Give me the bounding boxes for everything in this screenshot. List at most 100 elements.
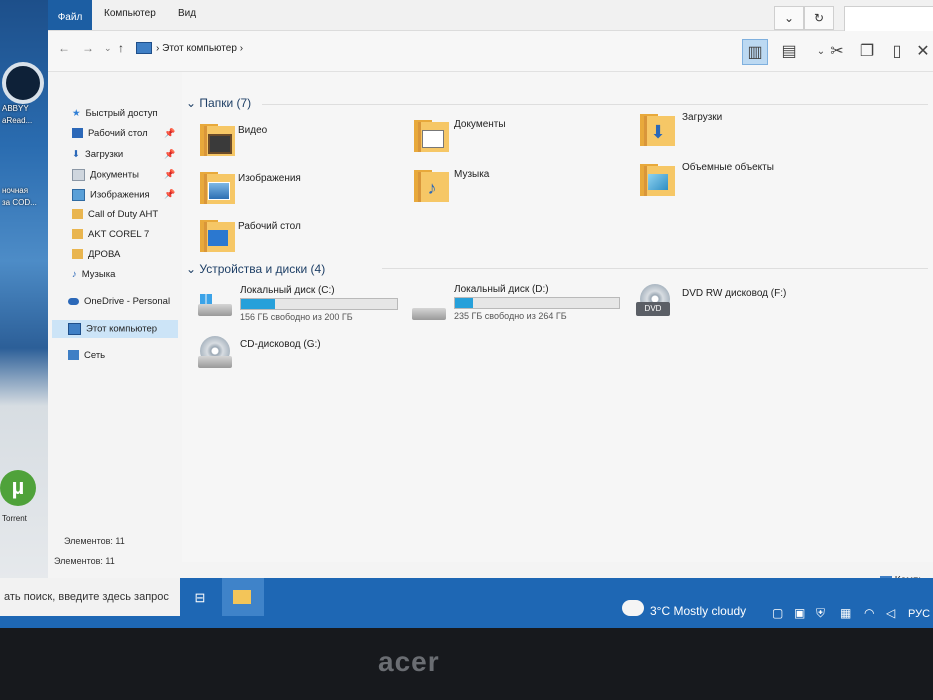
weather-text[interactable]: 3°C Mostly cloudy [650, 604, 746, 618]
weather-icon[interactable] [622, 600, 644, 616]
cut-icon[interactable]: ✂ [824, 39, 850, 65]
folder-icon[interactable] [200, 218, 235, 252]
desktop-icon-label[interactable]: за COD... [2, 198, 48, 208]
laptop-bezel [0, 628, 933, 700]
tab-file[interactable]: Файл [48, 0, 92, 30]
volume-icon[interactable]: ◁ [886, 606, 895, 620]
folder-icon[interactable]: ⬇ [640, 112, 675, 146]
drive-label[interactable]: DVD RW дисковод (F:) [682, 288, 786, 299]
hard-drive-icon[interactable] [412, 298, 446, 326]
sidebar-item-label: Быстрый доступ [85, 108, 158, 119]
dvd-drive-icon[interactable]: DVD [636, 284, 670, 316]
taskbar-file-explorer[interactable] [222, 578, 264, 616]
taskbar-search-input[interactable]: ать поиск, введите здесь запрос [0, 578, 180, 616]
pin-icon[interactable]: 📌 [164, 128, 175, 139]
group-header-devices[interactable]: ⌄ Устройства и диски (4) [186, 262, 325, 276]
folder-label[interactable]: Загрузки [682, 112, 722, 123]
drive-usage-fill [455, 298, 474, 308]
folder-icon[interactable] [200, 122, 235, 156]
sidebar-item-label: Call of Duty AHT [88, 209, 159, 220]
taskbar: ать поиск, введите здесь запрос ⊟ 3°C Mo… [0, 578, 933, 628]
status-item-count: Элементов: 11 [54, 556, 115, 566]
sidebar-item-label: Загрузки [84, 149, 124, 160]
sidebar-item-music[interactable]: ♪ Музыка [72, 269, 115, 280]
drive-label[interactable]: Локальный диск (C:) [240, 285, 335, 296]
properties-icon[interactable]: ▤ [776, 39, 802, 65]
sidebar-item-network[interactable]: Сеть [68, 350, 105, 361]
folder-icon[interactable] [640, 162, 675, 196]
defender-icon[interactable]: ⛨ [816, 606, 825, 621]
sidebar-item-onedrive[interactable]: OneDrive - Personal [68, 296, 170, 307]
drive-label[interactable]: CD-дисковод (G:) [240, 339, 321, 350]
folder-label[interactable]: Изображения [238, 173, 301, 184]
app-logo-icon[interactable] [2, 62, 44, 104]
chevron-down-icon[interactable]: ⌄ [104, 43, 112, 54]
sidebar-item-documents[interactable]: Документы [72, 169, 139, 181]
folder-icon [72, 249, 83, 260]
chevron-down-icon[interactable]: ⌄ [774, 6, 804, 30]
up-arrow-icon[interactable]: ↑ [118, 41, 124, 55]
language-indicator[interactable]: РУС [908, 608, 930, 620]
back-icon[interactable]: ← [58, 41, 70, 55]
delete-icon[interactable]: ✕ [910, 39, 933, 65]
utorrent-icon[interactable]: µ [0, 470, 36, 506]
preview-pane-icon[interactable]: ▥ [742, 39, 768, 65]
cloud-icon [68, 297, 79, 305]
breadcrumb[interactable]: › Этот компьютер › [136, 39, 243, 59]
pin-icon[interactable]: 📌 [164, 189, 175, 200]
desktop-icon-label[interactable]: ночная [2, 186, 48, 196]
folder-icon[interactable] [414, 118, 449, 152]
sidebar-item-downloads[interactable]: ⬇ Загрузки [72, 149, 123, 160]
folder-label[interactable]: Объемные объекты [682, 162, 774, 173]
folder-icon[interactable]: ♪ [414, 168, 449, 202]
pin-icon[interactable]: 📌 [164, 149, 175, 160]
forward-icon[interactable]: → [82, 41, 94, 55]
folder-label[interactable]: Документы [454, 119, 506, 130]
pin-icon[interactable]: 📌 [164, 169, 175, 180]
status-item-count: Элементов: 11 [64, 536, 125, 546]
task-view-icon[interactable]: ⊟ [188, 586, 212, 610]
folder-icon[interactable] [200, 170, 235, 204]
drive-label[interactable]: Локальный диск (D:) [454, 284, 549, 295]
folder-icon [72, 209, 83, 220]
breadcrumb-separator: › [239, 43, 244, 54]
desktop-icon-label[interactable]: Torrent [2, 514, 48, 524]
folder-icon [233, 590, 251, 604]
meet-now-icon[interactable]: ▢ [772, 606, 783, 620]
sidebar-item-drova[interactable]: ДРОВА [72, 249, 120, 260]
breadcrumb-item[interactable]: Этот компьютер [162, 43, 237, 54]
folder-label[interactable]: Рабочий стол [238, 221, 301, 232]
hard-drive-icon[interactable] [198, 294, 232, 322]
cd-drive-icon[interactable] [198, 336, 232, 368]
sidebar-item-akt-corel[interactable]: AKT COREL 7 [72, 229, 149, 240]
sidebar-item-pictures[interactable]: Изображения [72, 189, 150, 201]
search-input[interactable] [844, 6, 933, 32]
sidebar-item-desktop[interactable]: Рабочий стол [72, 128, 148, 139]
desktop-icon-label[interactable]: aRead... [2, 116, 48, 126]
tab-computer[interactable]: Компьютер [104, 8, 156, 19]
sidebar-item-this-pc[interactable]: Этот компьютер [68, 323, 157, 335]
sidebar-item-label: OneDrive - Personal [84, 296, 171, 307]
music-icon: ♪ [427, 178, 437, 198]
folder-label[interactable]: Видео [238, 125, 267, 136]
sidebar-item-label: ДРОВА [88, 249, 121, 260]
app-tray-icon[interactable]: ▣ [794, 606, 805, 620]
brand-logo: acer [378, 646, 440, 677]
star-icon: ★ [72, 108, 81, 120]
app-tray-icon[interactable]: ▦ [840, 606, 851, 620]
wifi-icon[interactable]: ◠ [864, 606, 874, 620]
drive-usage-bar [240, 298, 398, 310]
refresh-icon[interactable]: ↻ [804, 6, 834, 30]
group-header-folders[interactable]: ⌄ Папки (7) [186, 96, 251, 110]
sidebar-item-call-of-duty[interactable]: Call of Duty AHT [72, 209, 158, 220]
address-bar: ← → ⌄ ↑ › Этот компьютер › ▥ ▤ ⌄ ✂ ❐ ▯ ✕ [48, 31, 933, 72]
sidebar-item-label: Этот компьютер [86, 323, 158, 335]
folder-label[interactable]: Музыка [454, 169, 489, 180]
video-icon [208, 134, 232, 154]
sidebar-item-quick-access[interactable]: ★ Быстрый доступ [72, 108, 158, 119]
desktop-icon-label[interactable]: ABBYY [2, 104, 48, 114]
paste-icon[interactable]: ▯ [884, 39, 910, 65]
sidebar-item-label: Рабочий стол [88, 128, 148, 139]
copy-icon[interactable]: ❐ [854, 39, 880, 65]
tab-view[interactable]: Вид [178, 8, 196, 19]
